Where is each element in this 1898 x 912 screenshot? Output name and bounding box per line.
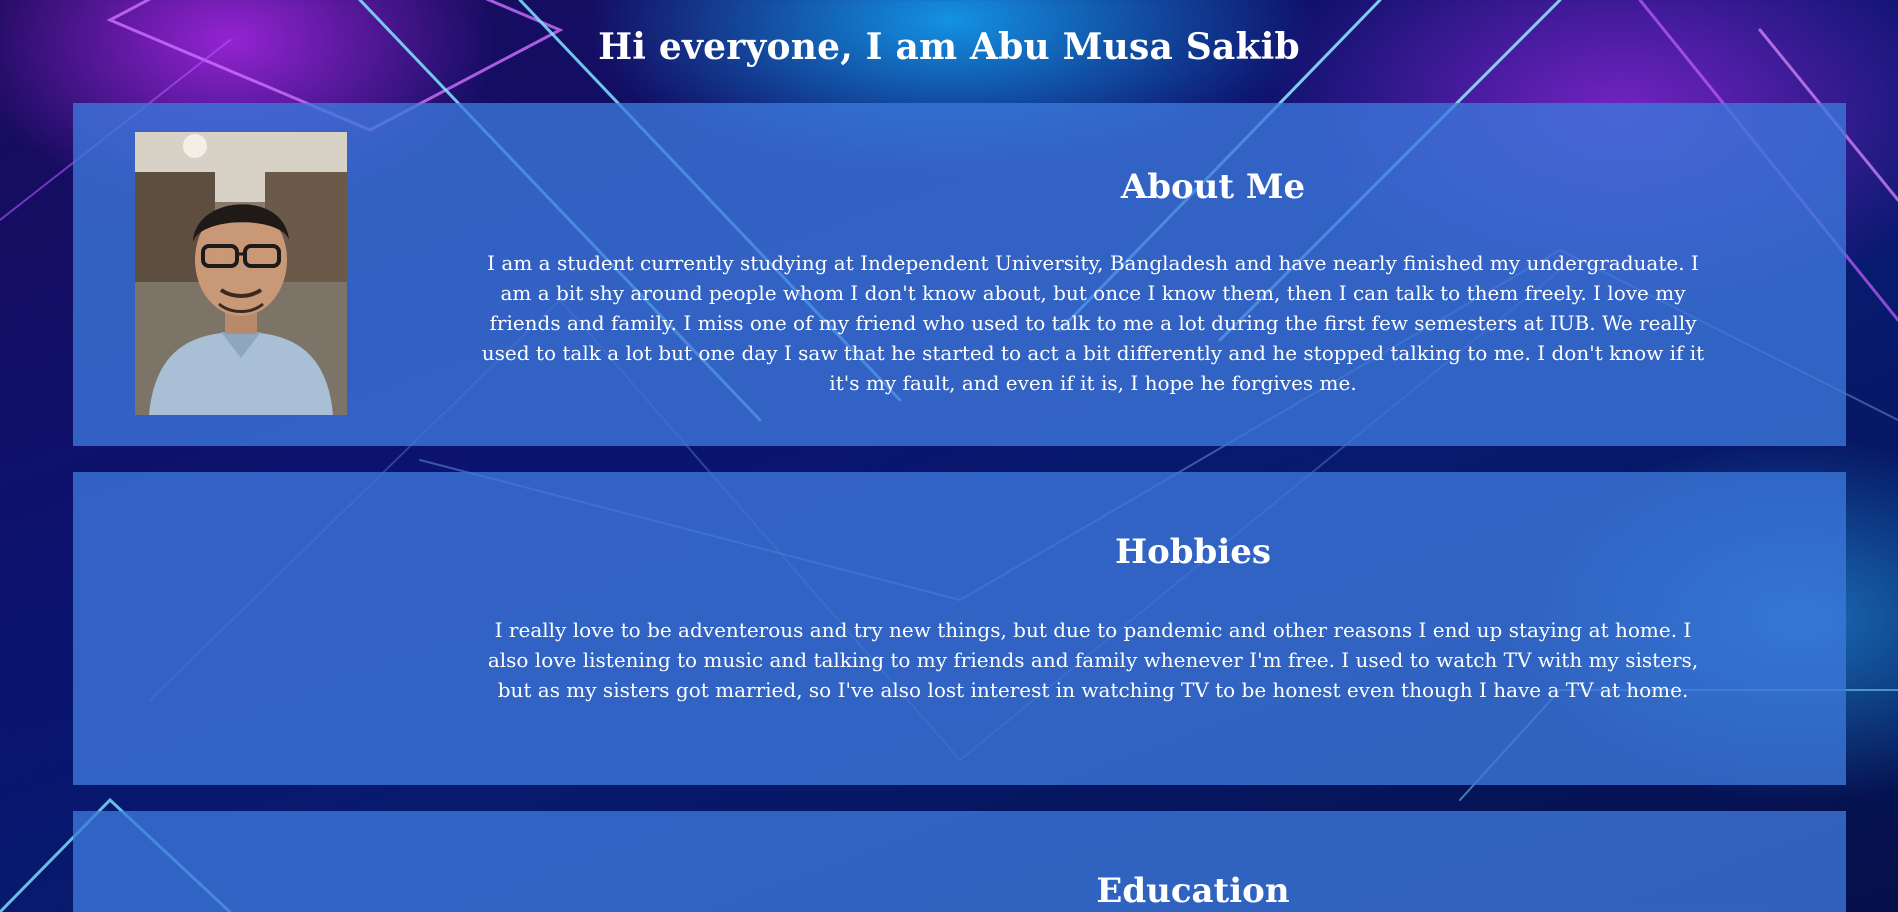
hobbies-section: Hobbies I really love to be adventerous … bbox=[73, 472, 1846, 785]
about-heading: About Me bbox=[1120, 167, 1306, 207]
page-title: Hi everyone, I am Abu Musa Sakib bbox=[598, 26, 1300, 68]
about-text: I am a student currently studying at Ind… bbox=[481, 251, 1705, 395]
about-section: About Me I am a student currently studyi… bbox=[73, 103, 1846, 446]
education-section: Education bbox=[73, 811, 1846, 912]
hobbies-text: I really love to be adventerous and try … bbox=[487, 618, 1699, 702]
education-heading: Education bbox=[1096, 871, 1290, 911]
hobbies-heading: Hobbies bbox=[1114, 532, 1272, 572]
profile-photo bbox=[135, 132, 347, 415]
profile-photo-icon bbox=[135, 132, 347, 415]
